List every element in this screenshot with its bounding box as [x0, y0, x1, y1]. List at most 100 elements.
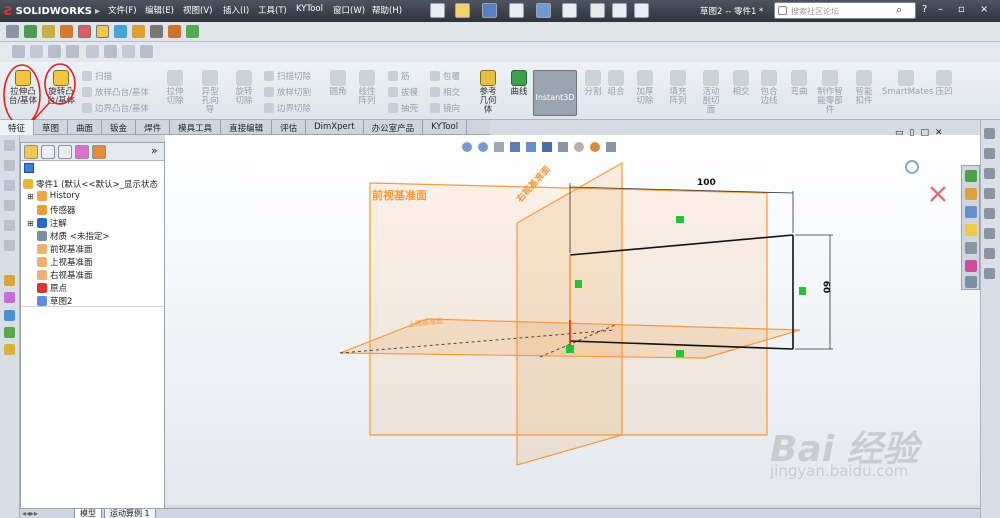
search-input[interactable]: 搜索社区论坛	[774, 2, 916, 19]
tab-weldments[interactable]: 焊件	[136, 120, 171, 135]
tab-sheet-metal[interactable]: 钣金	[102, 120, 137, 135]
menu-help[interactable]: 帮助(H)	[372, 4, 402, 16]
file-properties-icon[interactable]	[612, 3, 627, 18]
smart-part-button[interactable]: 制作智能零部件	[814, 70, 846, 115]
minimize-button[interactable]: –	[938, 4, 943, 15]
toolbox-icon[interactable]	[150, 25, 163, 38]
boundary-boss-button[interactable]: 边界凸台/基体	[82, 102, 149, 114]
zoom-icon[interactable]	[12, 45, 25, 58]
left-tool-icon-3[interactable]	[4, 180, 15, 191]
help-button[interactable]: ?	[922, 4, 927, 15]
app-logo[interactable]: Ƨ SOLIDWORKS ▸	[4, 3, 100, 19]
appearance-icon[interactable]	[42, 25, 55, 38]
relations-icon[interactable]	[4, 310, 15, 321]
right-tool-icon-8[interactable]	[984, 268, 995, 279]
draft-button[interactable]: 拔模	[388, 86, 418, 98]
tab-evaluate[interactable]: 评估	[272, 120, 307, 135]
view-toolbar-icon[interactable]	[6, 25, 19, 38]
instant3d-button[interactable]: Instant3D	[533, 70, 577, 116]
right-tool-icon-5[interactable]	[984, 208, 995, 219]
menu-insert[interactable]: 插入(I)	[223, 4, 249, 16]
tab-direct-editing[interactable]: 直接编辑	[221, 120, 273, 135]
macro-icon[interactable]	[168, 25, 181, 38]
sketch-pen-icon[interactable]	[4, 275, 15, 286]
print-icon[interactable]	[509, 3, 524, 18]
table-icon[interactable]	[104, 45, 117, 58]
boundary-cut-button[interactable]: 边界切除	[264, 102, 311, 114]
combine-button[interactable]: 组合	[605, 70, 627, 97]
menu-file[interactable]: 文件(F)	[108, 4, 137, 16]
undo-icon[interactable]	[536, 3, 551, 18]
right-tool-icon-1[interactable]	[984, 128, 995, 139]
curves-button[interactable]: 曲线	[506, 70, 532, 97]
open-folder-icon[interactable]	[455, 3, 470, 18]
tree-item-annotations[interactable]: ⊞ 注解	[27, 217, 67, 229]
hide-show-icon[interactable]	[24, 25, 37, 38]
display-manager-tab-icon[interactable]	[92, 145, 106, 159]
dimxpert-tab-icon[interactable]	[75, 145, 89, 159]
right-tool-icon-6[interactable]	[984, 228, 995, 239]
revolve-cut-button[interactable]: 旋转切除	[229, 70, 259, 106]
live-section-button[interactable]: 活动剖切面	[696, 70, 726, 115]
menu-edit[interactable]: 编辑(E)	[145, 4, 174, 16]
horizontal-relation-top-marker[interactable]	[676, 216, 684, 223]
tree-item-history[interactable]: ⊞ History	[27, 191, 80, 201]
export-icon[interactable]	[140, 45, 153, 58]
menu-window[interactable]: 窗口(W)	[333, 4, 365, 16]
menu-view[interactable]: 视图(V)	[183, 4, 212, 16]
dimension-vertical-value[interactable]: 60	[820, 281, 830, 294]
paste-icon[interactable]	[66, 45, 79, 58]
tab-office-products[interactable]: 办公室产品	[364, 120, 424, 135]
thicken-cut-button[interactable]: 加厚切除	[630, 70, 660, 106]
sweep-button[interactable]: 扫描	[82, 70, 112, 82]
right-tool-icon-4[interactable]	[984, 188, 995, 199]
lofted-cut-button[interactable]: 放样切割	[264, 86, 311, 98]
grid-icon[interactable]	[86, 45, 99, 58]
tab-kytool[interactable]: KYTool	[423, 120, 468, 135]
design-library-icon[interactable]	[965, 206, 977, 218]
scene-icon[interactable]	[60, 25, 73, 38]
tree-item-front-plane[interactable]: 前视基准面	[37, 243, 93, 255]
view-palette-icon[interactable]	[965, 242, 977, 254]
list-icon[interactable]	[30, 45, 43, 58]
tab-surfaces[interactable]: 曲面	[68, 120, 103, 135]
left-tool-icon-2[interactable]	[4, 160, 15, 171]
sketch-tool-icon[interactable]	[78, 25, 91, 38]
pencil-icon[interactable]	[96, 25, 109, 38]
left-tool-icon-4[interactable]	[4, 200, 15, 211]
right-tool-icon-3[interactable]	[984, 168, 995, 179]
tab-dimxpert[interactable]: DimXpert	[306, 120, 364, 135]
copy-icon[interactable]	[48, 45, 61, 58]
property-manager-tab-icon[interactable]	[41, 145, 55, 159]
tree-item-right-plane[interactable]: 右视基准面	[37, 269, 93, 281]
tree-root-part[interactable]: 零件1 (默认<<默认>_显示状态	[23, 178, 158, 190]
tab-model[interactable]: 模型	[74, 509, 102, 518]
loft-button[interactable]: 放样凸台/基体	[82, 86, 149, 98]
sketch-exit-icon[interactable]	[905, 160, 919, 174]
left-tool-icon-1[interactable]	[4, 140, 15, 151]
quick-snaps-icon[interactable]	[4, 344, 15, 355]
options-gear-icon[interactable]	[634, 3, 649, 18]
filter-icon[interactable]	[24, 163, 34, 173]
swept-cut-button[interactable]: 扫描切除	[264, 70, 311, 82]
close-button[interactable]: ×	[980, 4, 988, 15]
smart-fastener-button[interactable]: 智能扣件	[849, 70, 879, 106]
tab-scroll-arrows-icon[interactable]: ◂◂▸▸	[22, 509, 38, 518]
configuration-tab-icon[interactable]	[58, 145, 72, 159]
maximize-button[interactable]: ▫	[958, 4, 965, 15]
fillet-button[interactable]: 圆角	[326, 70, 350, 97]
search-icon[interactable]: ⌕	[896, 3, 910, 17]
menu-kytool[interactable]: KYTool	[296, 4, 323, 14]
vertical-relation-right-marker[interactable]	[799, 287, 806, 295]
custom-properties-icon[interactable]	[965, 276, 977, 288]
tab-mold-tools[interactable]: 模具工具	[170, 120, 222, 135]
panel-expand-icon[interactable]: »	[151, 144, 158, 157]
linear-pattern-button[interactable]: 线性阵列	[354, 70, 380, 106]
new-document-icon[interactable]	[430, 3, 445, 18]
file-explorer-icon[interactable]	[965, 224, 977, 236]
smartmates-button[interactable]: SmartMates	[882, 70, 933, 97]
left-tool-icon-5[interactable]	[4, 220, 15, 231]
right-tool-icon-7[interactable]	[984, 248, 995, 259]
tab-features[interactable]: 特征	[0, 120, 35, 135]
split-button[interactable]: 分割	[582, 70, 604, 97]
